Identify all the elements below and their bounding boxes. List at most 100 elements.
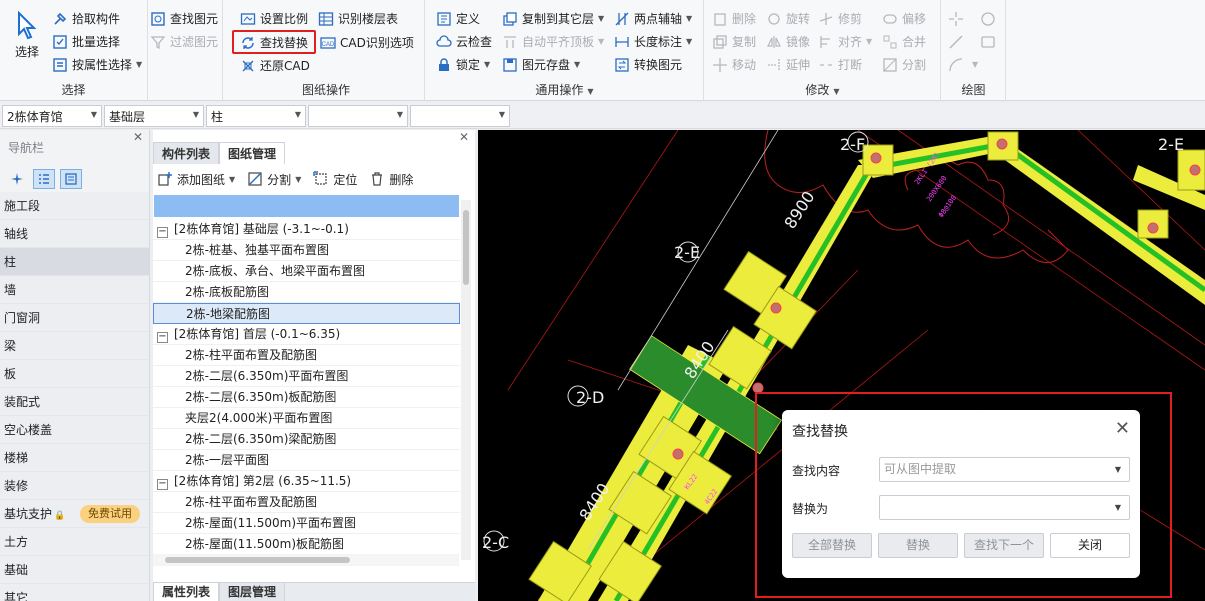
free-trial-badge[interactable]: 免费试用 [80, 505, 140, 523]
tab-layer-management[interactable]: 图层管理 [219, 583, 286, 601]
tree-group-row[interactable]: − [2栋体育馆] 首层 (-0.1~6.35) [153, 324, 460, 345]
close-icon[interactable]: ✕ [1115, 418, 1130, 439]
delete-button[interactable]: 删除 [712, 8, 756, 29]
arc-draw-button[interactable]: ▼ [948, 54, 978, 75]
tree-leaf-row[interactable]: 2栋-二层(6.350m)平面布置图 [153, 366, 460, 387]
tree-leaf-row[interactable]: 2栋-屋面(11.500m)板配筋图 [153, 534, 460, 555]
tree-leaf-row[interactable]: 2栋-柱平面布置及配筋图 [153, 345, 460, 366]
replace-all-button[interactable]: 全部替换 [792, 533, 872, 558]
nav-item[interactable]: 装配式 [0, 388, 149, 416]
floor-select[interactable]: 基础层 ▼ [104, 105, 204, 127]
define-button[interactable]: 定义 [436, 8, 480, 29]
tree-vertical-scrollbar[interactable] [461, 200, 471, 560]
nav-item[interactable]: 基坑支护 🔒 免费试用 [0, 500, 149, 528]
tree-leaf-row[interactable]: 2栋-二层(6.350m)梁配筋图 [153, 429, 460, 450]
close-icon[interactable]: ✕ [459, 130, 469, 144]
pick-component-button[interactable]: 拾取构件 [52, 8, 120, 29]
restore-cad-button[interactable]: 还原CAD [240, 55, 310, 76]
select-button[interactable]: 选择 [8, 10, 46, 70]
copy-to-other-floor-button[interactable]: 复制到其它层 ▼ [502, 8, 604, 29]
close-dialog-button[interactable]: 关闭 [1050, 533, 1130, 558]
cad-options-button[interactable]: CAD CAD识别选项 [320, 32, 414, 53]
delete-drawing-button[interactable]: 删除 [369, 171, 413, 188]
scrollbar-thumb[interactable] [165, 557, 350, 563]
sparkle-icon[interactable] [6, 169, 28, 189]
nav-item[interactable]: 基础 [0, 556, 149, 584]
tree-leaf-row[interactable]: 夹层2(4.000米)平面布置图 [153, 408, 460, 429]
tree-horizontal-scrollbar[interactable] [153, 554, 459, 566]
tree-leaf-row[interactable]: 2栋-一层平面图 [153, 450, 460, 471]
tree-leaf-row[interactable]: 2栋-底板配筋图 [153, 282, 460, 303]
cloud-check-button[interactable]: 云检查 [436, 31, 492, 52]
nav-item[interactable]: 空心楼盖 [0, 416, 149, 444]
locate-button[interactable]: 定位 [313, 171, 357, 188]
scrollbar-thumb[interactable] [463, 210, 469, 285]
trim-button[interactable]: 修剪 [818, 8, 862, 29]
tab-component-list[interactable]: 构件列表 [153, 142, 220, 164]
find-content-input[interactable]: 可从图中提取 ▼ [879, 457, 1130, 482]
list-view-icon[interactable] [60, 169, 82, 189]
recognize-floor-table-button[interactable]: 识别楼层表 [318, 8, 398, 29]
move-button[interactable]: 移动 [712, 54, 756, 75]
copy-button[interactable]: 复制 [712, 31, 756, 52]
merge-button[interactable]: 合并 [882, 31, 926, 52]
nav-item[interactable]: 柱 [0, 248, 149, 276]
tree-group-row[interactable]: − [2栋体育馆] 基础层 (-3.1~-0.1) [153, 219, 460, 240]
close-icon[interactable]: ✕ [133, 130, 143, 144]
sub-type-select[interactable]: ▼ [308, 105, 408, 127]
rotate-button[interactable]: 旋转 [766, 8, 810, 29]
tree-view-icon[interactable] [33, 169, 55, 189]
nav-item[interactable]: 施工段 [0, 192, 149, 220]
length-mark-button[interactable]: 长度标注 ▼ [614, 31, 692, 52]
nav-item[interactable]: 装修 [0, 472, 149, 500]
tree-leaf-row[interactable]: 2栋-底板、承台、地梁平面布置图 [153, 261, 460, 282]
find-element-button[interactable]: 查找图元 [150, 8, 218, 29]
nav-item[interactable]: 土方 [0, 528, 149, 556]
align-button[interactable]: 对齐 ▼ [818, 31, 872, 52]
element-type-select[interactable]: 柱 ▼ [206, 105, 306, 127]
tree-leaf-row[interactable]: 2栋-桩基、独基平面布置图 [153, 240, 460, 261]
batch-select-button[interactable]: 批量选择 [52, 31, 120, 52]
add-drawing-button[interactable]: 添加图纸 ▼ [157, 171, 235, 188]
component-select[interactable]: ▼ [410, 105, 510, 127]
collapse-icon[interactable]: − [157, 332, 168, 343]
set-scale-button[interactable]: 设置比例 [240, 8, 308, 29]
nav-item[interactable]: 轴线 [0, 220, 149, 248]
find-next-button[interactable]: 查找下一个 [964, 533, 1044, 558]
collapse-icon[interactable]: − [157, 227, 168, 238]
tree-leaf-row[interactable]: 2栋-地梁配筋图 [153, 303, 460, 324]
lock-button[interactable]: 锁定 ▼ [436, 54, 490, 75]
select-by-attribute-button[interactable]: 按属性选择 ▼ [52, 54, 142, 75]
tab-properties[interactable]: 属性列表 [153, 583, 220, 601]
nav-item[interactable]: 其它 [0, 584, 149, 601]
point-draw-button[interactable] [948, 8, 968, 29]
mirror-button[interactable]: 镜像 [766, 31, 810, 52]
auto-align-top-slab-button[interactable]: 自动平齐顶板 ▼ [502, 31, 604, 52]
nav-item[interactable]: 楼梯 [0, 444, 149, 472]
tree-leaf-row[interactable]: 2栋-屋面(11.500m)平面布置图 [153, 513, 460, 534]
nav-item[interactable]: 板 [0, 360, 149, 388]
circle-draw-button[interactable] [980, 8, 1000, 29]
split-drawing-button[interactable]: 分割 ▼ [247, 171, 301, 188]
extend-button[interactable]: 延伸 [766, 54, 810, 75]
save-element-button[interactable]: 图元存盘 ▼ [502, 54, 580, 75]
offset-button[interactable]: 偏移 [882, 8, 926, 29]
tree-leaf-row[interactable]: 2栋-柱平面布置及配筋图 [153, 492, 460, 513]
tree-leaf-row[interactable]: 2栋-二层(6.350m)板配筋图 [153, 387, 460, 408]
collapse-icon[interactable]: − [157, 479, 168, 490]
tree-group-row[interactable]: − [2栋体育馆] 第2层 (6.35~11.5) [153, 471, 460, 492]
replace-button[interactable]: 替换 [878, 533, 958, 558]
nav-item[interactable]: 门窗洞 [0, 304, 149, 332]
two-point-axis-button[interactable]: 两点辅轴 ▼ [614, 8, 692, 29]
line-draw-button[interactable] [948, 31, 968, 52]
nav-item[interactable]: 梁 [0, 332, 149, 360]
split-button[interactable]: 分割 [882, 54, 926, 75]
nav-item[interactable]: 墙 [0, 276, 149, 304]
rect-draw-button[interactable] [980, 31, 1000, 52]
building-select[interactable]: 2栋体育馆 ▼ [2, 105, 102, 127]
break-button[interactable]: 打断 [818, 54, 862, 75]
tab-drawing-management[interactable]: 图纸管理 [219, 142, 286, 164]
replace-with-input[interactable]: ▼ [879, 495, 1130, 520]
convert-element-button[interactable]: 转换图元 [614, 54, 682, 75]
filter-element-button[interactable]: 过滤图元 [150, 31, 218, 52]
